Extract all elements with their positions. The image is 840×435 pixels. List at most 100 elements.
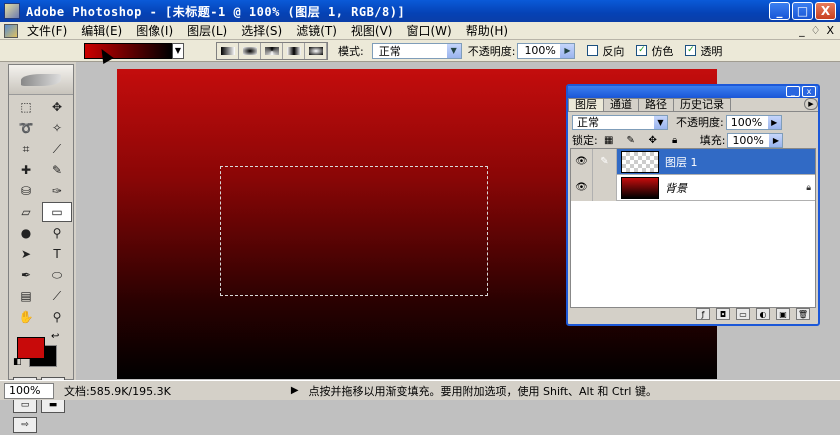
zoom-tool-icon[interactable]: ⚲ xyxy=(42,307,72,327)
menu-help[interactable]: 帮助(H) xyxy=(459,22,515,39)
jump-to-imageready-button[interactable]: ⇨ xyxy=(13,417,37,433)
tab-layers[interactable]: 图层 xyxy=(568,98,604,111)
layers-palette: _ x 图层 通道 路径 历史记录 ▶ 正常 ▼ 不透明度: 100% ▶ 锁定… xyxy=(566,84,820,326)
menu-filter[interactable]: 滤镜(T) xyxy=(289,22,344,39)
gradient-tool-icon[interactable]: ▭ xyxy=(42,202,72,222)
layer-mask-icon[interactable]: ◘ xyxy=(716,308,730,320)
minimize-button[interactable]: _ xyxy=(769,2,790,20)
gradient-dropdown-arrow[interactable]: ▼ xyxy=(172,42,184,59)
zoom-input[interactable]: 100% xyxy=(4,382,54,399)
angle-gradient-button[interactable] xyxy=(261,42,283,59)
adjustment-layer-icon[interactable]: ◐ xyxy=(756,308,770,320)
slice-tool-icon[interactable]: ⟋ xyxy=(42,139,72,159)
swap-colors-icon[interactable]: ↩ xyxy=(51,331,59,342)
blend-mode-value: 正常 xyxy=(577,116,599,129)
trash-icon[interactable]: 🗑︎ xyxy=(796,308,810,320)
eyedropper-tool-icon[interactable]: ⟋ xyxy=(42,286,72,306)
dither-checkbox[interactable]: ✓ 仿色 xyxy=(636,43,673,59)
layer-name[interactable]: 背景 xyxy=(665,180,687,196)
lock-image-icon[interactable]: ✎ xyxy=(625,135,637,146)
marquee-tool-icon[interactable]: ⬚ xyxy=(11,97,41,117)
brush-tool-icon[interactable]: ✎ xyxy=(42,160,72,180)
document-size: 文档:585.9K/195.3K xyxy=(64,384,171,398)
menu-layer[interactable]: 图层(L) xyxy=(180,22,234,39)
default-colors-icon[interactable]: ◧ xyxy=(13,357,22,367)
menu-select[interactable]: 选择(S) xyxy=(234,22,289,39)
check-icon: ✓ xyxy=(685,45,697,56)
move-tool-icon[interactable]: ✥ xyxy=(42,97,72,117)
eraser-tool-icon[interactable]: ▱ xyxy=(11,202,41,222)
blend-mode-select[interactable]: 正常 ▼ xyxy=(572,114,668,130)
opacity-input[interactable]: 100% ▶ xyxy=(517,42,576,59)
foreground-color-swatch[interactable] xyxy=(17,337,45,359)
new-layer-icon[interactable]: ▣ xyxy=(776,308,790,320)
layer-opacity-input[interactable]: 100% ▶ xyxy=(725,114,782,130)
doc-minimize-button[interactable]: _ xyxy=(799,24,805,37)
brush-icon[interactable]: ✎ xyxy=(593,148,617,175)
toolbox-header xyxy=(9,65,73,95)
palette-close-button[interactable]: x xyxy=(802,86,816,97)
crop-tool-icon[interactable]: ⌗ xyxy=(11,139,41,159)
lock-position-icon[interactable]: ✥ xyxy=(647,135,659,146)
chevron-right-icon: ▶ xyxy=(560,43,575,58)
close-button[interactable]: X xyxy=(815,2,836,20)
new-set-icon[interactable]: ▭ xyxy=(736,308,750,320)
layer-row-background[interactable]: 👁︎ 背景 🔒︎ xyxy=(571,174,815,201)
tab-channels[interactable]: 通道 xyxy=(603,98,639,111)
magic-wand-tool-icon[interactable]: ✧ xyxy=(42,118,72,138)
diamond-gradient-button[interactable] xyxy=(305,42,327,59)
palette-menu-button[interactable]: ▶ xyxy=(804,98,818,110)
doc-close-button[interactable]: X xyxy=(826,24,834,37)
reflected-gradient-button[interactable] xyxy=(283,42,305,59)
pen-tool-icon[interactable]: ✒ xyxy=(11,265,41,285)
status-hint: 点按并拖移以用渐变填充。要用附加选项，使用 Shift、Alt 和 Ctrl 键… xyxy=(308,384,657,398)
link-slot[interactable] xyxy=(593,174,617,201)
transparency-checkbox[interactable]: ✓ 透明 xyxy=(685,43,722,59)
maximize-button[interactable]: □ xyxy=(792,2,813,20)
mode-select[interactable]: 正常 ▼ xyxy=(371,42,462,59)
color-swatches: ↩ ◧ xyxy=(11,331,71,371)
blur-tool-icon[interactable]: ● xyxy=(11,223,41,243)
lock-all-icon[interactable]: 🔒︎ xyxy=(669,135,681,146)
tab-history[interactable]: 历史记录 xyxy=(673,98,731,111)
palette-footer: ƒ ◘ ▭ ◐ ▣ 🗑︎ xyxy=(570,306,816,322)
palette-minimize-button[interactable]: _ xyxy=(786,86,800,97)
menu-image[interactable]: 图像(I) xyxy=(129,22,180,39)
mode-label: 模式: xyxy=(338,44,364,58)
title-bar[interactable]: Adobe Photoshop - [未标题-1 @ 100% (图层 1, R… xyxy=(0,0,840,22)
hand-tool-icon[interactable]: ✋ xyxy=(11,307,41,327)
check-icon: ✓ xyxy=(636,45,648,56)
menu-bar: 文件(F) 编辑(E) 图像(I) 图层(L) 选择(S) 滤镜(T) 视图(V… xyxy=(0,22,840,40)
options-bar: ▼ 模式: 正常 ▼ 不透明度: 100% ▶ 反向 ✓ 仿色 ✓ 透明 xyxy=(0,40,840,62)
radial-gradient-button[interactable] xyxy=(239,42,261,59)
gradient-type-group xyxy=(216,41,328,60)
layer-style-icon[interactable]: ƒ xyxy=(696,308,710,320)
menu-view[interactable]: 视图(V) xyxy=(344,22,400,39)
layer-row-layer1[interactable]: 👁︎ ✎ 图层 1 xyxy=(571,148,815,175)
fill-input[interactable]: 100% ▶ xyxy=(727,132,784,148)
menu-window[interactable]: 窗口(W) xyxy=(399,22,458,39)
eye-icon[interactable]: 👁︎ xyxy=(571,148,593,175)
menu-edit[interactable]: 编辑(E) xyxy=(74,22,129,39)
history-brush-tool-icon[interactable]: ✑ xyxy=(42,181,72,201)
eye-icon[interactable]: 👁︎ xyxy=(571,174,593,201)
clone-stamp-tool-icon[interactable]: ⛁ xyxy=(11,181,41,201)
reverse-checkbox[interactable]: 反向 xyxy=(587,43,624,59)
layer-name[interactable]: 图层 1 xyxy=(665,154,698,170)
chevron-down-icon: ▼ xyxy=(446,43,461,58)
linear-gradient-button[interactable] xyxy=(217,42,239,59)
menu-file[interactable]: 文件(F) xyxy=(20,22,74,39)
palette-title-bar[interactable]: _ x xyxy=(568,86,818,98)
palette-tabs: 图层 通道 路径 历史记录 ▶ xyxy=(568,98,818,112)
play-arrow-icon[interactable]: ▶ xyxy=(291,385,299,396)
lock-transparency-icon[interactable]: ▦ xyxy=(603,135,615,146)
shape-tool-icon[interactable]: ⬭ xyxy=(42,265,72,285)
tab-paths[interactable]: 路径 xyxy=(638,98,674,111)
lasso-tool-icon[interactable]: ➰ xyxy=(11,118,41,138)
healing-brush-tool-icon[interactable]: ✚ xyxy=(11,160,41,180)
type-tool-icon[interactable]: T xyxy=(42,244,72,264)
dodge-tool-icon[interactable]: ⚲ xyxy=(42,223,72,243)
path-selection-tool-icon[interactable]: ➤ xyxy=(11,244,41,264)
doc-restore-button[interactable]: ♢ xyxy=(811,24,821,37)
notes-tool-icon[interactable]: ▤ xyxy=(11,286,41,306)
